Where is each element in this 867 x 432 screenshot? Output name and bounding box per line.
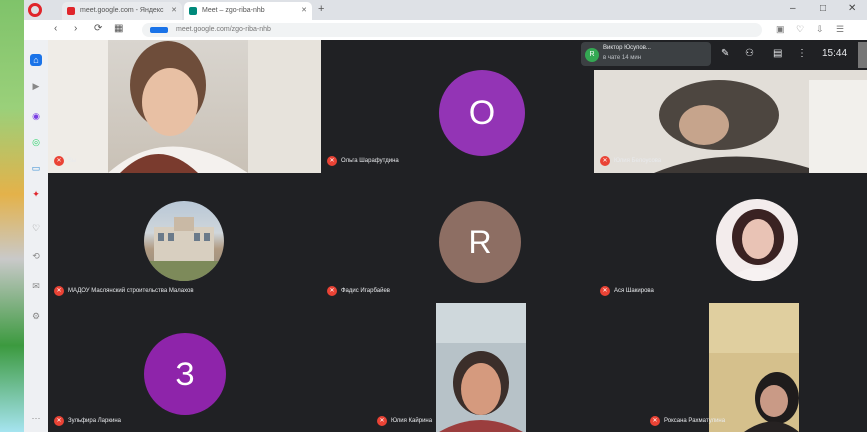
reload-button[interactable]: ⟳ — [94, 23, 102, 34]
participant-name: Зульфира Ларкина — [68, 418, 121, 424]
participant-tile[interactable]: ✕ МАДОУ Маслянский строительства Малахов — [48, 173, 321, 303]
participant-video — [48, 40, 321, 173]
self-preview — [858, 42, 867, 68]
participant-name: МАДОУ Маслянский строительства Малахов — [68, 288, 194, 294]
participant-avatar: R — [439, 201, 521, 283]
sidebar-instagram-icon[interactable]: ✦ — [30, 188, 42, 200]
tab-bar: meet.google.com - Яндекс ✕ Meet – zgo-ri… — [24, 0, 867, 20]
tab-yandex[interactable]: meet.google.com - Яндекс ✕ — [62, 2, 182, 20]
participant-name: Ольга Шарафутдина — [341, 158, 399, 164]
muted-mic-icon: ✕ — [377, 416, 387, 426]
participant-avatar: З — [144, 333, 226, 415]
meeting-clock: 15:44 — [822, 48, 848, 59]
muted-mic-icon: ✕ — [600, 286, 610, 296]
download-icon[interactable]: ⇩ — [816, 24, 824, 35]
participant-tile[interactable]: ✕ Вы — [48, 40, 321, 173]
sidebar-messenger-icon[interactable]: ◉ — [30, 110, 42, 122]
meet-favicon-icon — [189, 7, 197, 15]
maximize-button[interactable]: □ — [820, 3, 826, 14]
chat-notification[interactable]: R Виктор Юсупов... в чате 14 мин — [581, 42, 711, 66]
participant-tile[interactable]: ✕ Роксана Рахматулина — [594, 303, 867, 432]
camera-permission-icon[interactable] — [150, 27, 168, 33]
opera-logo-icon[interactable] — [28, 3, 42, 17]
extensions-icon[interactable]: ▣ — [776, 24, 785, 35]
sidebar-send-icon[interactable]: ✉ — [30, 280, 42, 292]
participant-tile[interactable]: ✕ Юлия Белоусова — [594, 70, 867, 173]
new-tab-button[interactable]: + — [318, 3, 324, 15]
participant-name: Юлия Белоусова — [614, 158, 662, 164]
muted-mic-icon: ✕ — [600, 156, 610, 166]
tab-label: Meet – zgo-riba-nhb — [202, 7, 265, 14]
chat-icon[interactable]: ▤ — [773, 48, 782, 59]
tab-meet[interactable]: Meet – zgo-riba-nhb ✕ — [184, 2, 312, 20]
participant-name: Юлия Кайрина — [391, 418, 433, 424]
close-window-button[interactable]: ✕ — [848, 3, 856, 14]
close-tab-icon[interactable]: ✕ — [171, 2, 177, 20]
close-tab-icon[interactable]: ✕ — [301, 2, 307, 20]
participant-name: Ася Шакирова — [614, 288, 654, 294]
participant-video — [436, 303, 526, 432]
url-field[interactable]: meet.google.com/zgo-riba-nhb — [142, 23, 762, 37]
minimize-button[interactable]: – — [790, 3, 796, 14]
notification-title: Виктор Юсупов... — [603, 45, 651, 51]
opera-sidebar: ⌂ ▶ ◉ ◎ ▭ ✦ ♡ ⟲ ✉ ⚙ ⋯ — [24, 40, 48, 432]
muted-mic-icon: ✕ — [54, 416, 64, 426]
muted-mic-icon: ✕ — [327, 286, 337, 296]
participant-tile[interactable]: ✕ Ася Шакирова — [594, 173, 867, 303]
sidebar-play-icon[interactable]: ▶ — [30, 80, 42, 92]
participant-name: Роксана Рахматулина — [664, 418, 726, 424]
tab-grid-button[interactable]: ▦ — [114, 23, 123, 34]
participant-photo — [144, 201, 224, 281]
meeting-top-bar: R Виктор Юсупов... в чате 14 мин ✎ ⚇ ▤ ⋮… — [575, 40, 867, 70]
notification-subtitle: в чате 14 мин — [603, 55, 642, 61]
sidebar-vk-icon[interactable]: ▭ — [30, 162, 42, 174]
activities-icon[interactable]: ⋮ — [797, 48, 807, 59]
sidebar-home-icon[interactable]: ⌂ — [30, 54, 42, 66]
url-text: meet.google.com/zgo-riba-nhb — [176, 26, 271, 33]
participant-tile[interactable]: З ✕ Зульфира Ларкина — [48, 303, 321, 432]
sidebar-heart-icon[interactable]: ♡ — [30, 222, 42, 234]
participants-icon[interactable]: ⚇ — [745, 48, 754, 59]
sidebar-settings-icon[interactable]: ⚙ — [30, 310, 42, 322]
participant-tile[interactable]: O ✕ Ольга Шарафутдина — [321, 40, 594, 173]
tab-label: meet.google.com - Яндекс — [80, 7, 164, 14]
notification-avatar: R — [585, 48, 599, 62]
captions-icon[interactable]: ✎ — [721, 48, 729, 59]
menu-icon[interactable]: ☰ — [836, 24, 844, 35]
participant-photo — [716, 199, 798, 281]
yandex-favicon-icon — [67, 7, 75, 15]
bookmark-icon[interactable]: ♡ — [796, 24, 804, 35]
muted-mic-icon: ✕ — [327, 156, 337, 166]
meet-grid: ✕ Вы O ✕ Ольга Шарафутдина ✕ Юлия Белоус… — [48, 40, 867, 432]
participant-name: Фадис Игарбайев — [341, 288, 390, 294]
browser-window: meet.google.com - Яндекс ✕ Meet – zgo-ri… — [24, 0, 867, 432]
sidebar-history-icon[interactable]: ⟲ — [30, 250, 42, 262]
muted-mic-icon: ✕ — [54, 286, 64, 296]
address-bar: ‹ › ⟳ ▦ meet.google.com/zgo-riba-nhb ▣ ♡… — [24, 20, 867, 41]
sidebar-more-icon[interactable]: ⋯ — [30, 412, 42, 424]
participant-tile[interactable]: R ✕ Фадис Игарбайев — [321, 173, 594, 303]
participant-tile[interactable]: ✕ Юлия Кайрина — [321, 303, 594, 432]
participant-avatar: O — [439, 70, 525, 156]
participant-video — [709, 303, 799, 432]
forward-button[interactable]: › — [74, 23, 77, 34]
desktop-background — [0, 0, 26, 432]
participant-name: Вы — [68, 158, 77, 164]
sidebar-whatsapp-icon[interactable]: ◎ — [30, 136, 42, 148]
muted-mic-icon: ✕ — [54, 156, 64, 166]
back-button[interactable]: ‹ — [54, 23, 57, 34]
muted-mic-icon: ✕ — [650, 416, 660, 426]
